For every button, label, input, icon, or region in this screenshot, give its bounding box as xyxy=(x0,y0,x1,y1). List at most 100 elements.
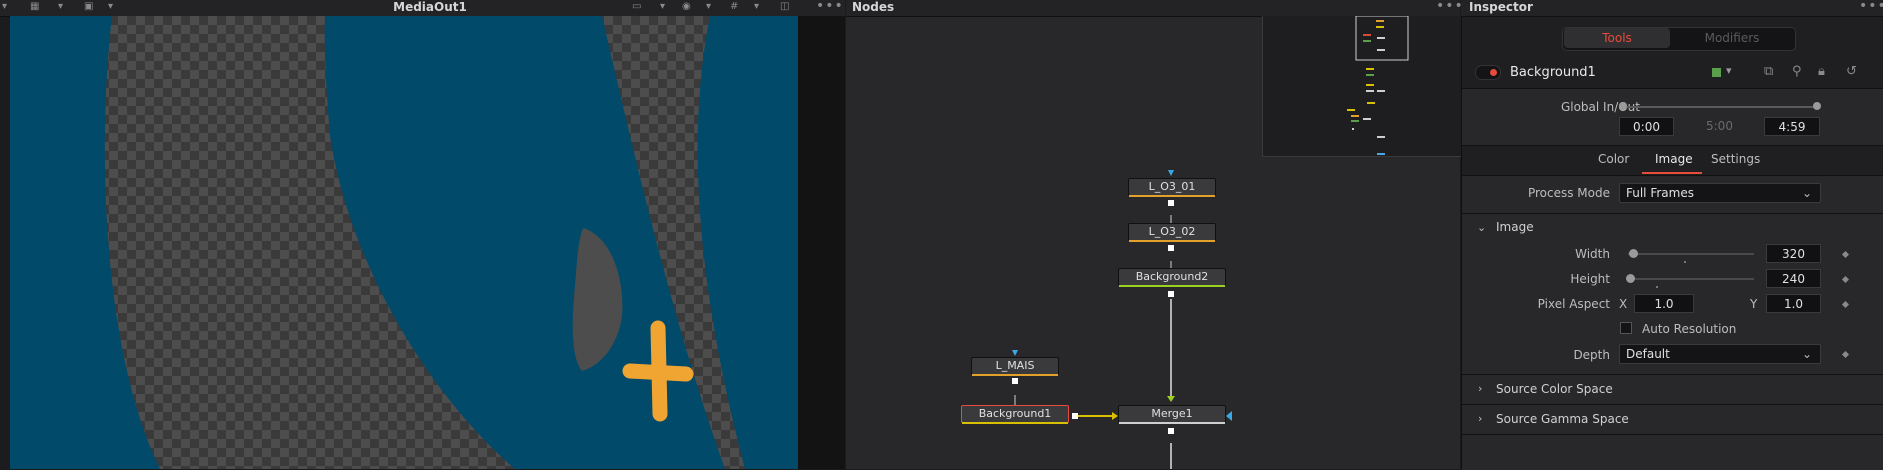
width-label: Width xyxy=(1575,247,1610,261)
chevron-down-icon: ⌄ xyxy=(1801,347,1812,361)
subtab-settings[interactable]: Settings xyxy=(1711,152,1760,166)
output-port[interactable] xyxy=(1072,413,1078,419)
more-options-icon[interactable]: ••• xyxy=(816,0,844,13)
process-mode-value: Full Frames xyxy=(1626,186,1694,200)
chevron-right-icon: › xyxy=(1478,412,1483,425)
pixel-aspect-x-label: X xyxy=(1619,297,1628,311)
inspector-header: Inspector ••• xyxy=(1461,0,1883,17)
chevron-down-icon[interactable]: ▾ xyxy=(2,1,7,13)
active-subtab-underline xyxy=(1642,172,1702,174)
more-options-icon[interactable]: ••• xyxy=(1436,0,1464,13)
node-color-bar xyxy=(1119,285,1225,287)
lut-icon[interactable]: ◉ xyxy=(682,1,691,13)
tab-tools[interactable]: Tools xyxy=(1564,28,1670,48)
pixel-aspect-x-field[interactable]: 1.0 xyxy=(1634,294,1694,313)
chevron-down-icon[interactable]: ▾ xyxy=(108,1,113,13)
auto-resolution-label: Auto Resolution xyxy=(1642,322,1737,336)
width-slider[interactable] xyxy=(1628,253,1754,255)
range-end-handle[interactable] xyxy=(1813,102,1821,110)
node-l-o3-01[interactable]: L_O3_01 xyxy=(1128,178,1216,196)
viewer-image xyxy=(10,16,798,469)
pin-icon[interactable]: ⚲ xyxy=(1792,64,1802,79)
viewer-header: ▾ ▦ ▾ ▣ ▾ MediaOut1 ▭ ▾ ◉ ▾ # ▾ ◫ ••• xyxy=(0,0,845,17)
output-port[interactable] xyxy=(1168,200,1174,206)
depth-dropdown[interactable]: Default ⌄ xyxy=(1619,344,1821,364)
viewer-canvas[interactable] xyxy=(10,16,798,469)
default-marker xyxy=(1656,286,1658,288)
tool-enable-toggle[interactable] xyxy=(1475,65,1501,80)
pixel-aspect-y-field[interactable]: 1.0 xyxy=(1766,294,1821,313)
lock-icon[interactable]: 🔒︎ xyxy=(1818,64,1825,79)
scope-icon[interactable]: ▣ xyxy=(84,1,93,13)
node-color-bar xyxy=(962,422,1068,424)
viewer-title: MediaOut1 xyxy=(393,0,467,14)
height-slider[interactable] xyxy=(1628,278,1754,280)
source-color-space-title: Source Color Space xyxy=(1496,382,1613,396)
versions-icon[interactable]: ⧉ xyxy=(1764,64,1773,79)
inspector-title: Inspector xyxy=(1469,0,1533,14)
divider xyxy=(1462,213,1883,214)
subtab-color[interactable]: Color xyxy=(1598,152,1629,166)
output-port[interactable] xyxy=(1012,378,1018,384)
chevron-down-icon[interactable]: ▾ xyxy=(660,1,665,13)
more-options-icon[interactable]: ••• xyxy=(1859,0,1883,13)
node-background2[interactable]: Background2 xyxy=(1118,268,1226,286)
default-marker xyxy=(1684,261,1686,263)
node-minimap[interactable] xyxy=(1262,15,1461,157)
nodes-header: Nodes ••• xyxy=(846,0,1463,17)
nodes-title: Nodes xyxy=(852,0,895,14)
output-port[interactable] xyxy=(1168,291,1174,297)
output-port[interactable] xyxy=(1168,245,1174,251)
subtab-image[interactable]: Image xyxy=(1655,152,1693,166)
chevron-down-icon[interactable]: ⌄ xyxy=(1477,221,1486,234)
width-slider-handle[interactable] xyxy=(1629,249,1638,258)
layout-icon[interactable]: ▦ xyxy=(30,1,39,13)
source-gamma-space-section[interactable]: › Source Gamma Space xyxy=(1462,404,1883,433)
divider xyxy=(1462,434,1883,435)
viewer-side-strip xyxy=(798,16,845,469)
depth-value: Default xyxy=(1626,347,1670,361)
node-color-bar xyxy=(1119,422,1225,424)
source-color-space-section[interactable]: › Source Color Space xyxy=(1462,374,1883,403)
process-mode-dropdown[interactable]: Full Frames ⌄ xyxy=(1619,183,1821,203)
auto-resolution-checkbox[interactable] xyxy=(1620,322,1632,334)
node-color-bar xyxy=(1129,240,1215,242)
node-l-mais[interactable]: L_MAIS xyxy=(971,357,1059,375)
height-field[interactable]: 240 xyxy=(1766,269,1821,288)
height-label: Height xyxy=(1570,272,1610,286)
global-inout-range[interactable] xyxy=(1623,106,1817,108)
global-in-field[interactable]: 0:00 xyxy=(1619,117,1674,136)
split-view-icon[interactable]: ◫ xyxy=(780,1,789,13)
node-background1[interactable]: Background1 xyxy=(961,405,1069,423)
tab-modifiers[interactable]: Modifiers xyxy=(1672,28,1792,48)
global-out-field[interactable]: 4:59 xyxy=(1764,117,1820,136)
node-color-bar xyxy=(972,374,1058,376)
chevron-down-icon[interactable]: ▾ xyxy=(58,1,63,13)
tool-name: Background1 xyxy=(1510,65,1596,80)
pixel-aspect-y-label: Y xyxy=(1750,297,1758,311)
width-field[interactable]: 320 xyxy=(1766,244,1821,263)
minimap-graphic xyxy=(1347,15,1409,155)
roi-icon[interactable]: ▭ xyxy=(632,1,641,13)
source-gamma-space-title: Source Gamma Space xyxy=(1496,412,1629,426)
range-start-handle[interactable] xyxy=(1619,102,1627,110)
output-port[interactable] xyxy=(1168,428,1174,434)
chevron-right-icon: › xyxy=(1478,382,1483,395)
global-duration: 5:00 xyxy=(1706,119,1733,133)
color-swatch-icon[interactable] xyxy=(1712,68,1721,77)
node-merge1[interactable]: Merge1 xyxy=(1118,405,1226,423)
process-mode-label: Process Mode xyxy=(1527,186,1610,200)
node-l-o3-02[interactable]: L_O3_02 xyxy=(1128,223,1216,241)
chevron-down-icon: ⌄ xyxy=(1801,186,1812,200)
chevron-down-icon[interactable]: ▾ xyxy=(754,1,759,13)
enabled-dot-icon xyxy=(1490,69,1497,76)
depth-label: Depth xyxy=(1573,348,1610,362)
height-slider-handle[interactable] xyxy=(1626,274,1635,283)
image-section-title[interactable]: Image xyxy=(1496,220,1534,234)
node-color-bar xyxy=(1129,195,1215,197)
grid-icon[interactable]: # xyxy=(730,1,738,13)
reset-icon[interactable]: ↺ xyxy=(1846,64,1857,79)
chevron-down-icon[interactable]: ▾ xyxy=(706,1,711,13)
chevron-down-icon[interactable]: ▾ xyxy=(1726,64,1732,77)
pixel-aspect-label: Pixel Aspect xyxy=(1537,297,1610,311)
